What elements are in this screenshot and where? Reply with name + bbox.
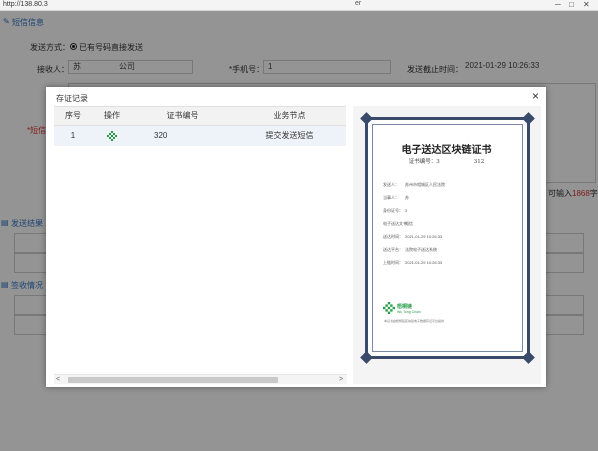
col-header-cert-no: 证书编号	[132, 106, 233, 126]
corner-ornament-icon	[522, 112, 535, 125]
modal-title: 存证记录	[56, 94, 88, 103]
wutong-chain-logo-icon	[383, 302, 395, 314]
blockchain-certificate: 电子送达区块链证书 证书编号：3 312 发送人： 苏州市相城区人民法院 当事人：苏…	[360, 112, 535, 364]
col-header-index: 序号	[54, 106, 92, 126]
browser-titlebar: http://138.80.3 er ─ □ ✕	[0, 0, 598, 11]
corner-ornament-icon	[360, 112, 373, 125]
corner-ornament-icon	[360, 351, 373, 364]
row-cert-no: 320	[132, 126, 233, 146]
cert-row-platform: 送达平台： 法院电子送达系统	[383, 247, 437, 252]
certificate-preview: 电子送达区块链证书 证书编号：3 312 发送人： 苏州市相城区人民法院 当事人：苏…	[353, 106, 541, 384]
browser-url[interactable]: http://138.80.3	[3, 1, 48, 8]
horizontal-scrollbar[interactable]: < >	[54, 374, 347, 384]
scrollbar-thumb[interactable]	[68, 377, 278, 383]
cert-row-party: 当事人：苏	[383, 195, 409, 200]
certificate-footer: 本证书由梧桐链区块链电子数据存证平台提供	[384, 319, 445, 323]
scroll-right-arrow[interactable]: >	[339, 375, 343, 385]
cert-row-document: 电子送达文书： 短信	[383, 221, 413, 226]
cert-row-chain-time: 上链时间： 2021-01-29 10:26:33	[383, 260, 443, 265]
cert-row-id: 身份证号： 3	[383, 208, 408, 213]
row-index: 1	[54, 126, 92, 146]
col-header-action: 操作	[92, 106, 132, 126]
col-header-node: 业务节点	[233, 106, 346, 126]
maximize-button[interactable]: □	[569, 1, 574, 9]
corner-ornament-icon	[522, 351, 535, 364]
close-window-button[interactable]: ✕	[583, 1, 590, 9]
evidence-record-modal: 存证记录 × 序号 操作 证书编号 业务节点 1 320 提交发送短信 < >	[46, 87, 546, 387]
wutong-chain-logo-icon[interactable]	[107, 131, 117, 141]
certificate-number: 证书编号：3 312	[408, 159, 485, 165]
logo-english-name: Wu Tong Chain	[397, 310, 421, 314]
window-title-fragment: er	[355, 0, 362, 7]
row-node: 提交发送短信	[233, 126, 346, 146]
cert-row-sender: 发送人： 苏州市相城区人民法院	[383, 182, 445, 187]
logo-name: 梧桐链	[397, 304, 413, 310]
row-action[interactable]	[92, 126, 132, 146]
modal-close-button[interactable]: ×	[532, 90, 539, 102]
certificate-title: 电子送达区块链证书	[401, 145, 492, 156]
cert-row-time: 送达时间： 2021-01-29 10:26:33	[383, 234, 443, 239]
minimize-button[interactable]: ─	[555, 1, 561, 9]
scroll-left-arrow[interactable]: <	[56, 375, 60, 385]
